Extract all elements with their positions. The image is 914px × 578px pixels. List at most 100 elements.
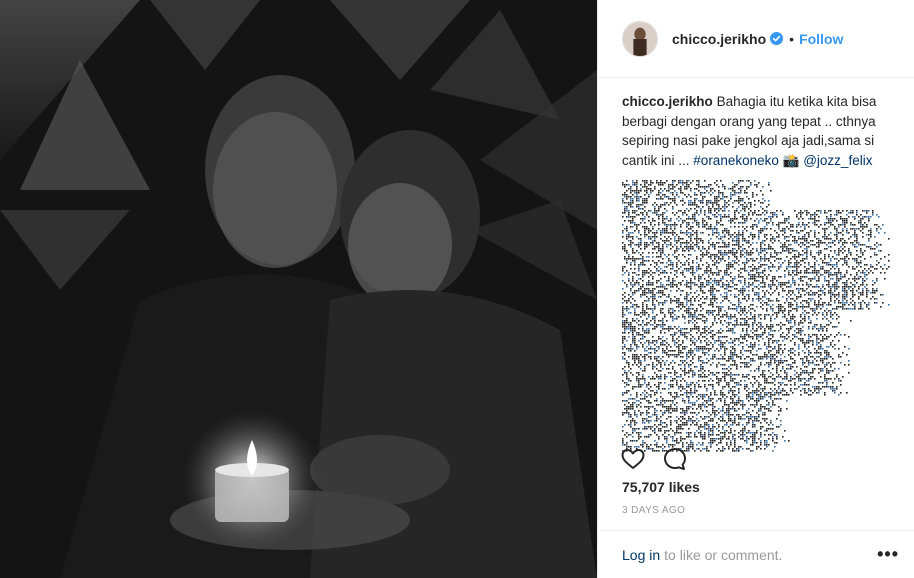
noise-pixel: [636, 250, 638, 252]
noise-pixel: [752, 360, 754, 362]
noise-pixel: [632, 226, 634, 228]
noise-pixel: [872, 248, 874, 250]
noise-pixel: [836, 306, 838, 308]
noise-pixel: [724, 298, 726, 300]
noise-pixel: [672, 338, 674, 340]
noise-pixel: [642, 302, 644, 304]
noise-pixel: [734, 378, 736, 380]
noise-pixel: [656, 376, 658, 378]
noise-pixel: [656, 350, 658, 352]
noise-pixel: [662, 324, 664, 326]
noise-pixel: [740, 272, 742, 274]
noise-pixel: [632, 340, 634, 342]
noise-pixel: [700, 208, 702, 210]
noise-pixel: [628, 362, 630, 364]
noise-pixel: [690, 202, 692, 204]
noise-pixel: [650, 274, 652, 276]
noise-pixel: [654, 296, 656, 298]
noise-pixel: [686, 382, 688, 384]
noise-pixel: [726, 322, 728, 324]
noise-pixel: [622, 246, 624, 248]
mention-link[interactable]: @jozz_felix: [803, 153, 872, 168]
noise-pixel: [732, 328, 734, 330]
noise-pixel: [656, 198, 658, 200]
noise-pixel: [684, 246, 686, 248]
noise-pixel: [638, 200, 640, 202]
noise-pixel: [746, 386, 748, 388]
noise-pixel: [674, 374, 676, 376]
noise-pixel: [634, 312, 636, 314]
noise-pixel: [718, 204, 720, 206]
noise-pixel: [758, 234, 760, 236]
noise-pixel: [654, 308, 656, 310]
noise-pixel: [708, 380, 710, 382]
noise-pixel: [678, 364, 680, 366]
hashtag-link[interactable]: #oranekoneko: [693, 153, 779, 168]
noise-pixel: [638, 282, 640, 284]
post-photo[interactable]: [0, 0, 597, 578]
noise-pixel: [640, 286, 642, 288]
noise-pixel: [628, 254, 630, 256]
noise-pixel: [858, 244, 860, 246]
noise-pixel: [692, 230, 694, 232]
noise-pixel: [750, 358, 752, 360]
noise-pixel: [762, 228, 764, 230]
follow-button[interactable]: Follow: [799, 31, 843, 47]
noise-pixel: [648, 276, 650, 278]
noise-pixel: [636, 306, 638, 308]
noise-pixel: [682, 204, 684, 206]
noise-pixel: [802, 364, 804, 366]
noise-pixel: [676, 224, 678, 226]
noise-pixel: [632, 260, 634, 262]
noise-pixel: [880, 250, 882, 252]
noise-pixel: [778, 324, 780, 326]
noise-pixel: [730, 352, 732, 354]
noise-pixel: [704, 292, 706, 294]
noise-pixel: [642, 346, 644, 348]
username[interactable]: chicco.jerikho: [672, 31, 766, 47]
noise-pixel: [820, 290, 822, 292]
noise-pixel: [674, 224, 676, 226]
noise-pixel: [838, 224, 840, 226]
noise-pixel: [740, 186, 742, 188]
noise-pixel: [838, 302, 840, 304]
noise-pixel: [850, 242, 852, 244]
noise-pixel: [802, 378, 804, 380]
noise-pixel: [766, 326, 768, 328]
noise-pixel: [712, 192, 714, 194]
noise-pixel: [628, 216, 630, 218]
noise-pixel: [666, 288, 668, 290]
noise-pixel: [754, 382, 756, 384]
noise-pixel: [686, 304, 688, 306]
noise-pixel: [716, 272, 718, 274]
noise-pixel: [686, 244, 688, 246]
noise-pixel: [700, 282, 702, 284]
noise-pixel: [852, 296, 854, 298]
noise-pixel: [704, 226, 706, 228]
noise-pixel: [846, 220, 848, 222]
avatar[interactable]: [622, 20, 658, 57]
noise-pixel: [752, 282, 754, 284]
noise-pixel: [648, 184, 650, 186]
noise-pixel: [712, 374, 714, 376]
noise-pixel: [784, 236, 786, 238]
noise-pixel: [820, 354, 822, 356]
noise-pixel: [828, 386, 830, 388]
noise-pixel: [780, 348, 782, 350]
noise-pixel: [702, 308, 704, 310]
noise-pixel: [724, 204, 726, 206]
noise-pixel: [794, 294, 796, 296]
noise-pixel: [650, 238, 652, 240]
noise-pixel: [720, 346, 722, 348]
noise-pixel: [852, 210, 854, 212]
noise-pixel: [764, 264, 766, 266]
noise-pixel: [772, 340, 774, 342]
noise-pixel: [872, 290, 874, 292]
noise-pixel: [752, 384, 754, 386]
noise-pixel: [638, 268, 640, 270]
noise-pixel: [788, 286, 790, 288]
noise-pixel: [748, 290, 750, 292]
noise-pixel: [782, 352, 784, 354]
caption-username[interactable]: chicco.jerikho: [622, 94, 713, 109]
noise-pixel: [850, 320, 852, 322]
